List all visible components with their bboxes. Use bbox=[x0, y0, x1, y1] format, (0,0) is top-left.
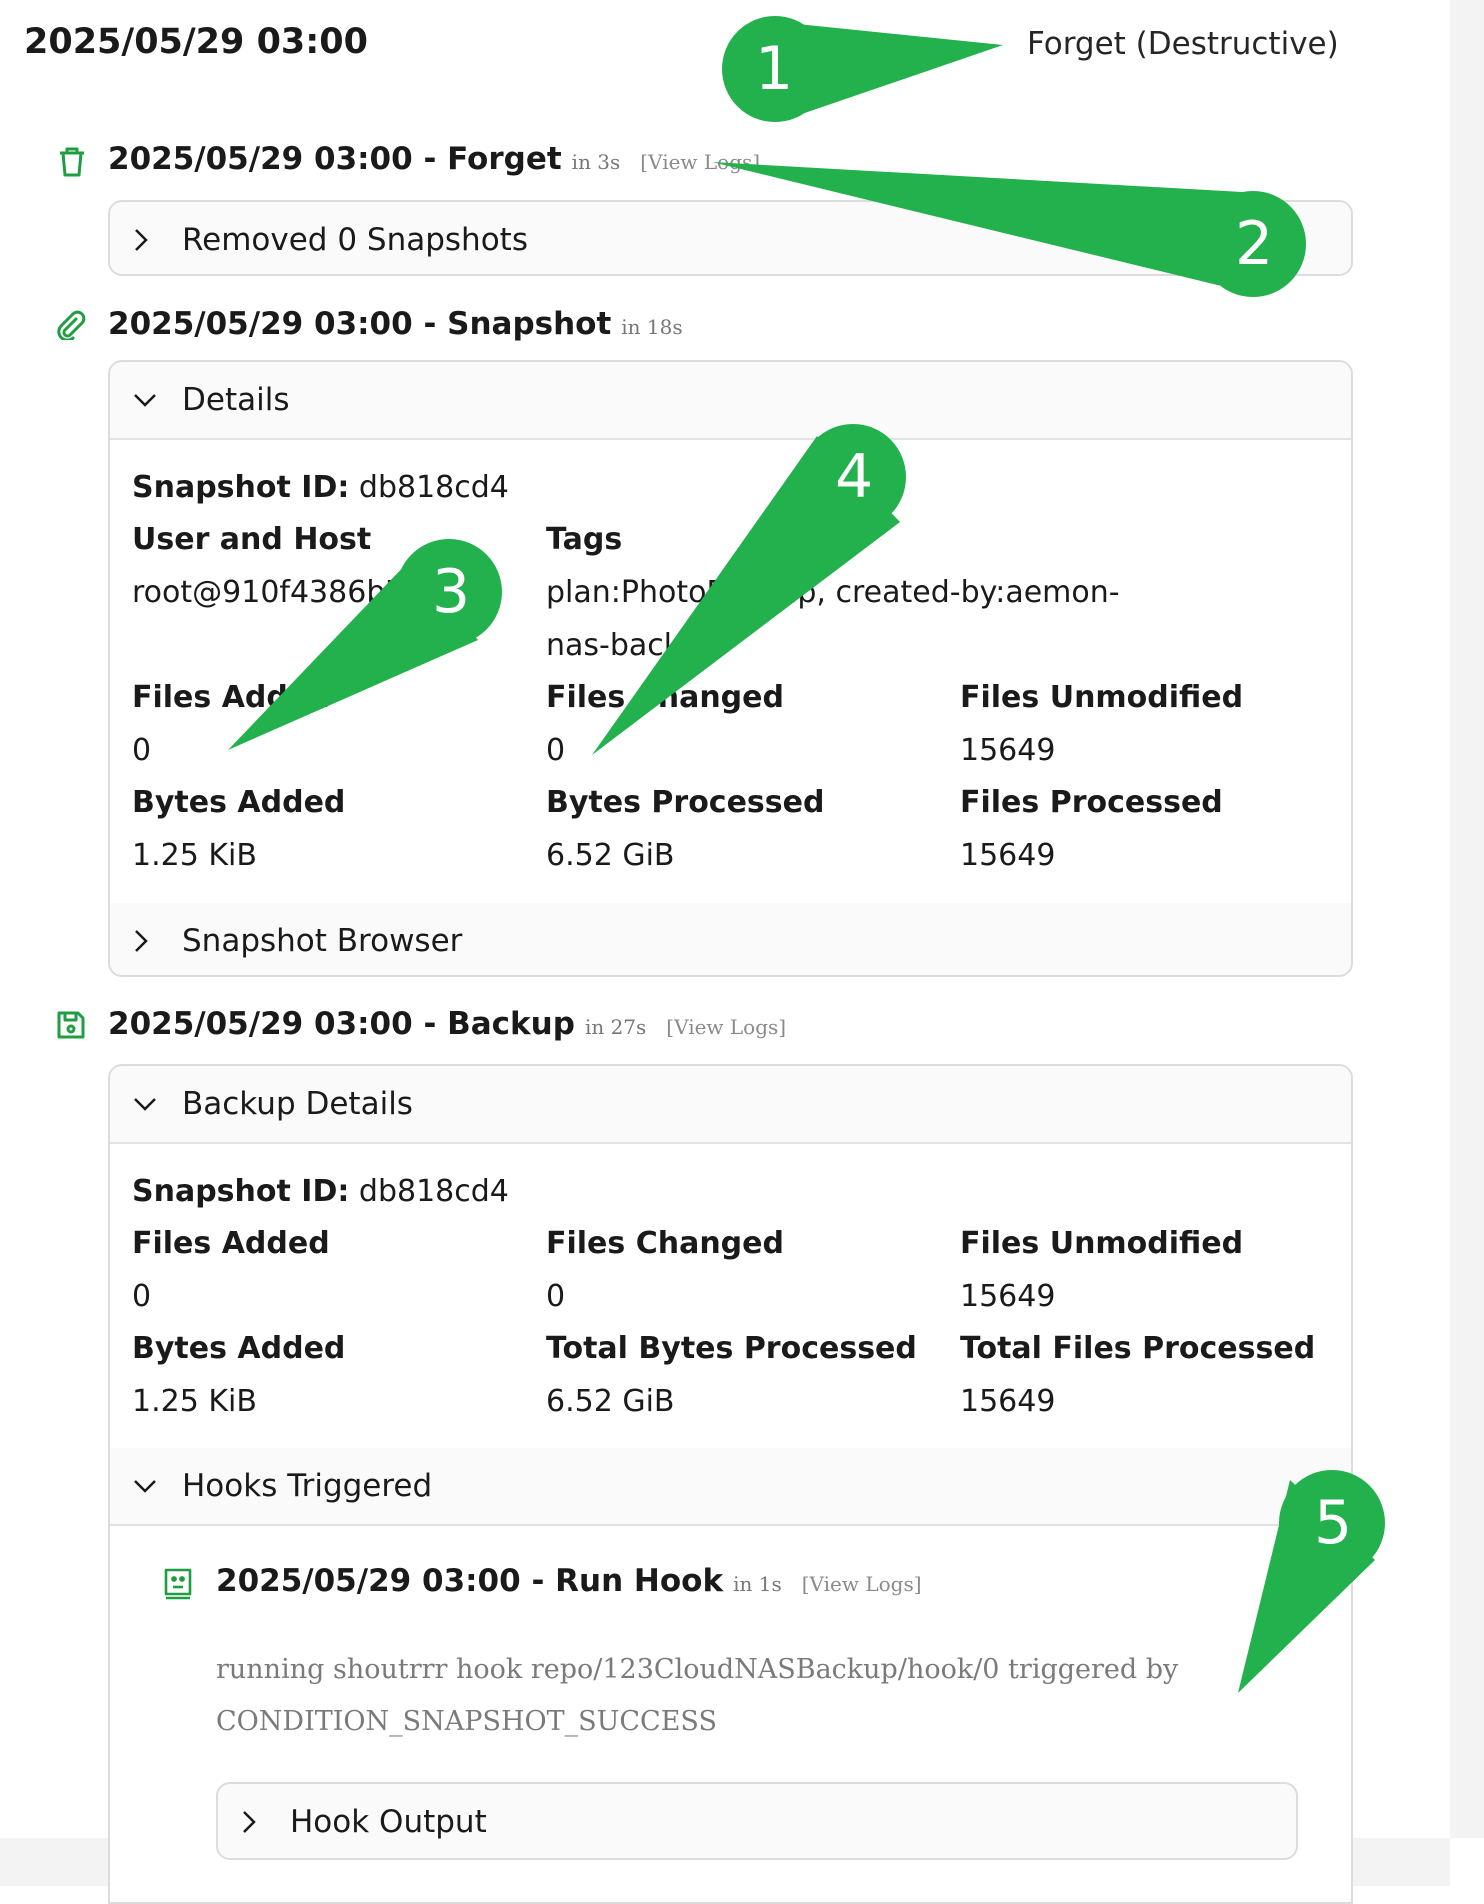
callout-5-number: 5 bbox=[1314, 1488, 1353, 1558]
annotation-overlay bbox=[228, 16, 1385, 1693]
callout-4-number: 4 bbox=[835, 442, 874, 512]
callout-5-marker bbox=[1238, 1470, 1385, 1693]
callout-2-marker bbox=[712, 162, 1306, 297]
callout-1-number: 1 bbox=[755, 34, 794, 104]
callout-3-number: 3 bbox=[432, 557, 471, 627]
callout-2-number: 2 bbox=[1235, 209, 1274, 279]
